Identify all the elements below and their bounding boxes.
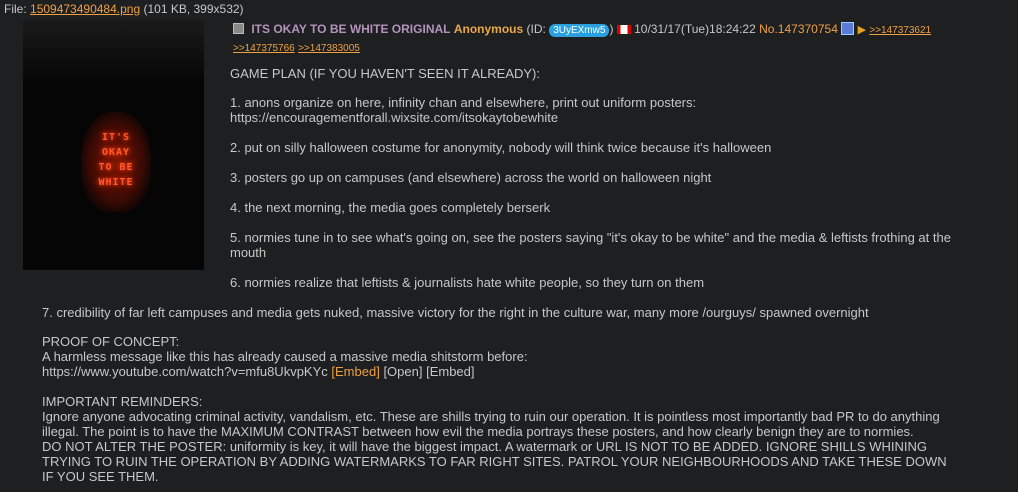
play-arrow-icon[interactable]: ▶ [858,24,866,36]
backlink[interactable]: >>147383005 [298,43,360,54]
post-subject: ITS OKAY TO BE WHITE ORIGINAL [251,22,451,36]
file-link[interactable]: 1509473490484.png [30,2,140,16]
file-size: (101 KB, 399x532) [140,2,244,16]
proof-line: A harmless message like this has already… [42,349,528,364]
id-prefix: (ID: [526,22,550,36]
step-6-text: 6. normies realize that leftists & journ… [230,275,705,290]
file-prefix: File: [4,2,31,16]
id-suffix: ) [609,22,614,36]
post-header: ITS OKAY TO BE WHITE ORIGINAL Anonymous … [233,21,1013,57]
thumbnail-line: TO BE [98,162,134,173]
reminder-1-line-1: Ignore anyone advocating criminal activi… [42,409,940,424]
step-2-text: 2. put on silly halloween costume for an… [230,140,772,155]
thumbnail-line: OKAY [101,147,131,158]
embed-link[interactable]: [Embed] [331,364,379,379]
step-4-text: 4. the next morning, the media goes comp… [230,200,551,215]
step-1-url: https://encouragementforall.wixsite.com/… [230,110,559,125]
canada-flag-icon [616,25,631,34]
file-info: File: 1509473490484.png (101 KB, 399x532… [4,2,244,16]
select-checkbox[interactable] [233,23,244,34]
post-thumbnail[interactable]: IT'S OKAY TO BE WHITE [23,20,204,270]
step-5-text: 5. normies tune in to see what's going o… [230,230,951,245]
proof-url-line: https://www.youtube.com/watch?v=mfu8Ukvp… [42,364,475,379]
thumbnail-line: WHITE [98,177,134,188]
game-plan-title: GAME PLAN (IF YOU HAVEN'T SEEN IT ALREAD… [230,66,540,81]
reminder-1-line-2: illegal. The point is to have the MAXIMU… [42,424,914,439]
reminder-2-line-2: TRYING TO RUIN THE OPERATION BY ADDING W… [42,454,947,469]
post-datetime: 10/31/17(Tue)18:24:22 [634,22,756,36]
backlink[interactable]: >>147375766 [233,43,295,54]
open-link[interactable]: [Open] [383,364,422,379]
post-number[interactable]: No.147370754 [759,22,838,36]
thumbnail-line: IT'S [101,132,131,143]
thumbnail-treeline [23,20,204,80]
step-7-text: 7. credibility of far left campuses and … [42,305,869,320]
step-3-text: 3. posters go up on campuses (and elsewh… [230,170,712,185]
proof-url: https://www.youtube.com/watch?v=mfu8Ukvp… [42,364,328,379]
proof-title: PROOF OF CONCEPT: [42,334,180,349]
reminder-2-line-3: IF YOU SEE THEM. [42,469,159,484]
backlink[interactable]: >>147373621 [869,25,931,36]
poster-name: Anonymous [453,22,524,36]
step-5-text-cont: mouth [230,245,267,260]
step-1-text: 1. anons organize on here, infinity chan… [230,95,697,110]
thumbnail-text: IT'S OKAY TO BE WHITE [83,130,149,190]
reminders-title: IMPORTANT REMINDERS: [42,394,203,409]
reminder-2-line-1: DO NOT ALTER THE POSTER: uniformity is k… [42,439,927,454]
poster-id-badge[interactable]: 3UyEXmw5 [549,24,610,37]
post-menu-icon[interactable] [841,22,855,35]
embed-link-2[interactable]: [Embed] [426,364,474,379]
